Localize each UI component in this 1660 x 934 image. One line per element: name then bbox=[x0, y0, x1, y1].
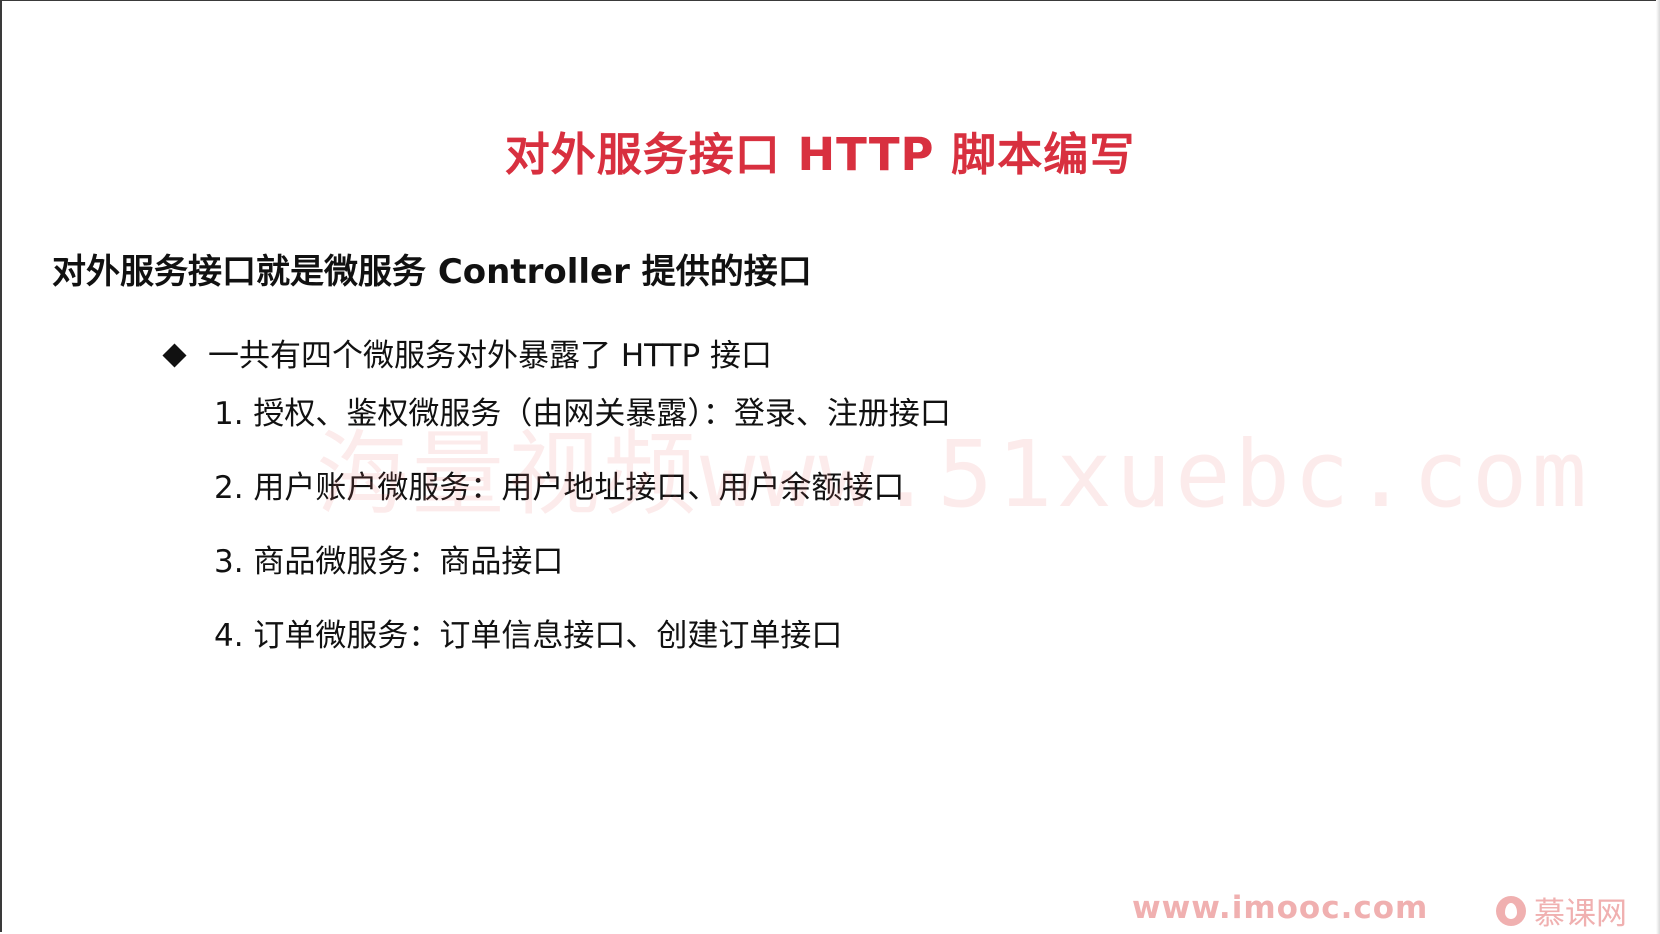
flame-logo-icon bbox=[1496, 895, 1526, 926]
slide-title: 对外服务接口 HTTP 脚本编写 bbox=[504, 128, 1136, 181]
bullet-point: 一共有四个微服务对外暴露了 HTTP 接口 bbox=[160, 330, 772, 375]
footer-logo: 慕课网 bbox=[1496, 888, 1627, 933]
bullet-text: 一共有四个微服务对外暴露了 HTTP 接口 bbox=[208, 338, 773, 374]
slide-heading: 对外服务接口就是微服务 Controller 提供的接口 bbox=[52, 252, 812, 292]
slide-right-edge bbox=[1656, 0, 1660, 934]
footer-logo-text: 慕课网 bbox=[1534, 896, 1627, 932]
diamond-bullet-icon bbox=[162, 342, 187, 368]
list-item-order: 4. 订单微服务：订单信息接口、创建订单接口 bbox=[214, 618, 843, 654]
list-item-auth: 1. 授权、鉴权微服务（由网关暴露）：登录、注册接口 bbox=[214, 396, 951, 432]
list-item-product: 3. 商品微服务：商品接口 bbox=[214, 544, 564, 580]
footer-site-url: www.imooc.com bbox=[1132, 890, 1429, 926]
list-item-account: 2. 用户账户微服务：用户地址接口、用户余额接口 bbox=[214, 470, 905, 506]
